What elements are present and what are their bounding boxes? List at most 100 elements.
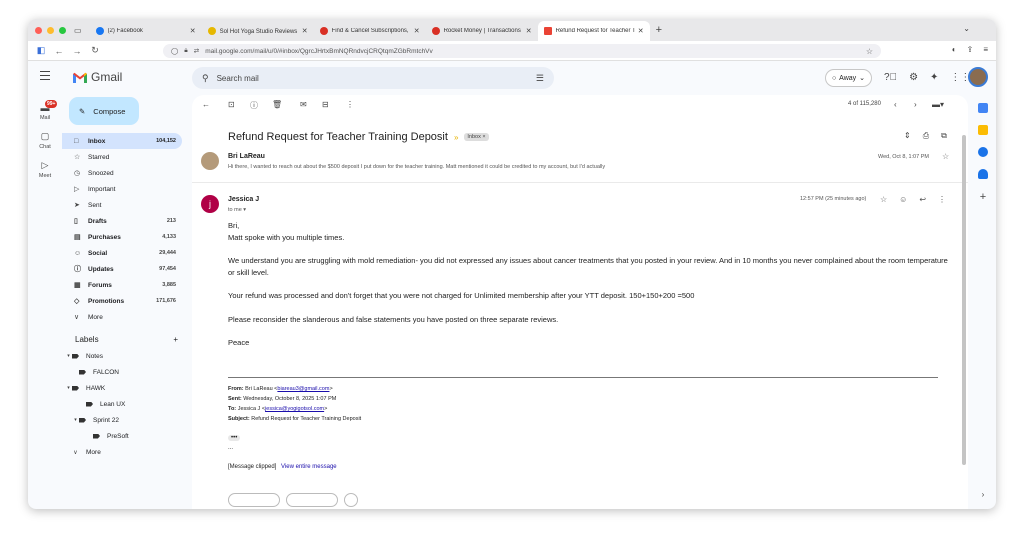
search-options-icon[interactable]: ☰ (536, 73, 544, 84)
label-item-lean-ux[interactable]: Lean UX (62, 396, 190, 412)
search-input[interactable]: Search mail (217, 74, 259, 83)
tasks-icon[interactable] (978, 147, 988, 157)
move-to-icon[interactable]: ⊟ (322, 100, 329, 109)
mark-unread-icon[interactable]: ✉︎ (300, 100, 307, 109)
recipient-details[interactable]: to me ▾ (228, 207, 246, 213)
tab-refund-request[interactable]: Refund Request for Teacher Trai ✕ (537, 21, 650, 41)
close-tab-icon[interactable]: ✕ (302, 27, 308, 35)
close-window-button[interactable] (35, 26, 42, 34)
settings-gear-icon[interactable]: ⚙ (909, 72, 918, 83)
close-tab-icon[interactable]: ✕ (414, 27, 420, 35)
tab-rocket-money[interactable]: Rocket Money | Transactions ✕ (426, 21, 538, 41)
sidebar-item-social[interactable]: ☺ Social 29,444 (62, 245, 182, 261)
reply-button[interactable] (228, 493, 280, 507)
sidebar-toggle-icon[interactable]: ◧ (36, 45, 46, 56)
label-item-falcon[interactable]: FALCON (62, 364, 190, 380)
emoji-button[interactable] (344, 493, 358, 507)
account-avatar[interactable] (968, 67, 988, 87)
view-entire-message-link[interactable]: View entire message (281, 464, 337, 470)
gmail-logo[interactable]: Gmail (73, 70, 122, 84)
newer-icon[interactable]: ‹ (894, 100, 897, 109)
emoji-react-icon[interactable]: ☺ (899, 195, 907, 204)
delete-icon[interactable]: 🗑︎ (272, 100, 282, 109)
sidebar-item-drafts[interactable]: ▯ Drafts 213 (62, 213, 182, 229)
extension-icon[interactable]: ◐ (952, 45, 957, 54)
reload-icon[interactable]: ↻ (90, 45, 100, 56)
show-trimmed-content-button[interactable]: ••• (228, 435, 241, 441)
from-email-link[interactable]: biareau3@gmail.com (277, 386, 329, 392)
tab-facebook[interactable]: (2) Facebook ✕ (90, 21, 202, 41)
back-to-inbox-icon[interactable]: ← (202, 100, 210, 109)
star-icon[interactable]: ☆ (942, 152, 949, 161)
forward-button[interactable] (286, 493, 338, 507)
reply-buttons (228, 493, 358, 507)
star-icon[interactable]: ☆ (880, 195, 887, 204)
url-field[interactable]: ◯ 🔒︎ ⇄ mail.google.com/mail/u/0/#inbox/Q… (163, 44, 881, 58)
sidebar-item-forums[interactable]: ▦ Forums 3,885 (62, 277, 182, 293)
expand-all-icon[interactable]: ⇕ (904, 131, 911, 141)
sidebar-item-purchases[interactable]: ▤ Purchases 4,133 (62, 229, 182, 245)
search-bar[interactable]: ⚲ Search mail ☰ (192, 67, 554, 89)
more-options-icon[interactable]: ⋮ (938, 195, 946, 204)
sidebar-item-starred[interactable]: ☆ Starred (62, 149, 182, 165)
close-tab-icon[interactable]: ✕ (638, 27, 644, 35)
sidebar-item-snoozed[interactable]: ◷ Snoozed (62, 165, 182, 181)
sidebar-item-important[interactable]: ▷ Important (62, 181, 182, 197)
input-tools-icon[interactable]: ▬▾ (932, 100, 944, 109)
add-addon-icon[interactable]: + (970, 191, 996, 203)
expand-arrow-icon[interactable]: ▾ (72, 417, 79, 423)
close-tab-icon[interactable]: ✕ (526, 27, 532, 35)
rail-chat[interactable]: ▢ Chat (28, 131, 62, 150)
older-icon[interactable]: › (914, 100, 917, 109)
sidebar-item-sent[interactable]: ➤ Sent (62, 197, 182, 213)
expand-arrow-icon[interactable]: ▾ (65, 385, 72, 391)
rail-meet[interactable]: ▷ Meet (28, 160, 62, 179)
bookmark-star-icon[interactable]: ☆ (866, 47, 873, 56)
tab-find-cancel[interactable]: Find & Cancel Subscriptions, Tr ✕ (314, 21, 426, 41)
minimize-window-button[interactable] (47, 26, 54, 34)
reply-icon[interactable]: ↩ (919, 195, 926, 204)
contacts-icon[interactable] (978, 169, 988, 179)
sidebar-item-inbox[interactable]: □ Inbox 104,152 (62, 133, 182, 149)
sidebar-item-promotions[interactable]: ◇ Promotions 171,676 (62, 293, 182, 309)
back-icon[interactable]: ← (54, 46, 64, 56)
rail-mail[interactable]: ▬ 99+ Mail (28, 100, 62, 121)
archive-icon[interactable]: ⊡ (228, 100, 235, 109)
label-item-presoft[interactable]: PreSoft (62, 428, 190, 444)
label-item-hawk[interactable]: ▾ HAWK (62, 380, 190, 396)
calendar-icon[interactable] (978, 103, 988, 113)
expand-arrow-icon[interactable]: ▾ (65, 353, 72, 359)
add-label-icon[interactable]: + (173, 335, 178, 344)
forward-icon[interactable]: → (72, 46, 82, 56)
new-tab-icon[interactable]: + (656, 24, 662, 36)
collapsed-message[interactable]: Bri LaReau Hi there, I wanted to reach o… (192, 151, 968, 183)
to-email-link[interactable]: jessica@yogigotsol.com (265, 406, 324, 412)
gemini-sparkle-icon[interactable]: ✦ (930, 72, 938, 83)
open-new-window-icon[interactable]: ⧉ (941, 131, 947, 141)
sidebar-item-more[interactable]: ∨ More (62, 309, 182, 325)
label-item-notes[interactable]: ▾ Notes (62, 348, 190, 364)
label-item-more[interactable]: ∨ More (62, 444, 190, 460)
report-spam-icon[interactable]: ⓘ (250, 100, 258, 111)
tab-overview-icon[interactable]: ▭ (74, 26, 82, 35)
search-icon[interactable]: ⚲ (202, 73, 209, 84)
label-item-sprint-22[interactable]: ▾ Sprint 22 (62, 412, 190, 428)
print-icon[interactable]: ⎙ (923, 131, 929, 141)
close-tab-icon[interactable]: ✕ (190, 27, 196, 35)
status-dropdown[interactable]: ○ Away ⌄ (825, 69, 872, 87)
tab-list-chevron-icon[interactable]: ⌄ (963, 24, 970, 33)
keep-icon[interactable] (978, 125, 988, 135)
inbox-label-chip[interactable]: Inbox × (464, 133, 489, 141)
compose-button[interactable]: ✎ Compose (69, 97, 139, 125)
hide-side-panel-icon[interactable]: › (970, 490, 996, 499)
main-menu-icon[interactable] (40, 71, 50, 82)
sidebar-item-updates[interactable]: ⓘ Updates 97,454 (62, 261, 182, 277)
scrollbar[interactable] (962, 135, 966, 465)
share-icon[interactable]: ⇪ (967, 45, 974, 54)
menu-icon[interactable]: ≡ (983, 45, 988, 54)
tab-sol-hot-yoga[interactable]: Sol Hot Yoga Studio Reviews - ( ✕ ✕ (202, 21, 314, 41)
more-options-icon[interactable]: ⋮ (346, 100, 354, 109)
important-marker-icon[interactable]: » (454, 133, 458, 142)
maximize-window-button[interactable] (59, 26, 66, 34)
help-icon[interactable]: ?⃝ (884, 72, 897, 83)
